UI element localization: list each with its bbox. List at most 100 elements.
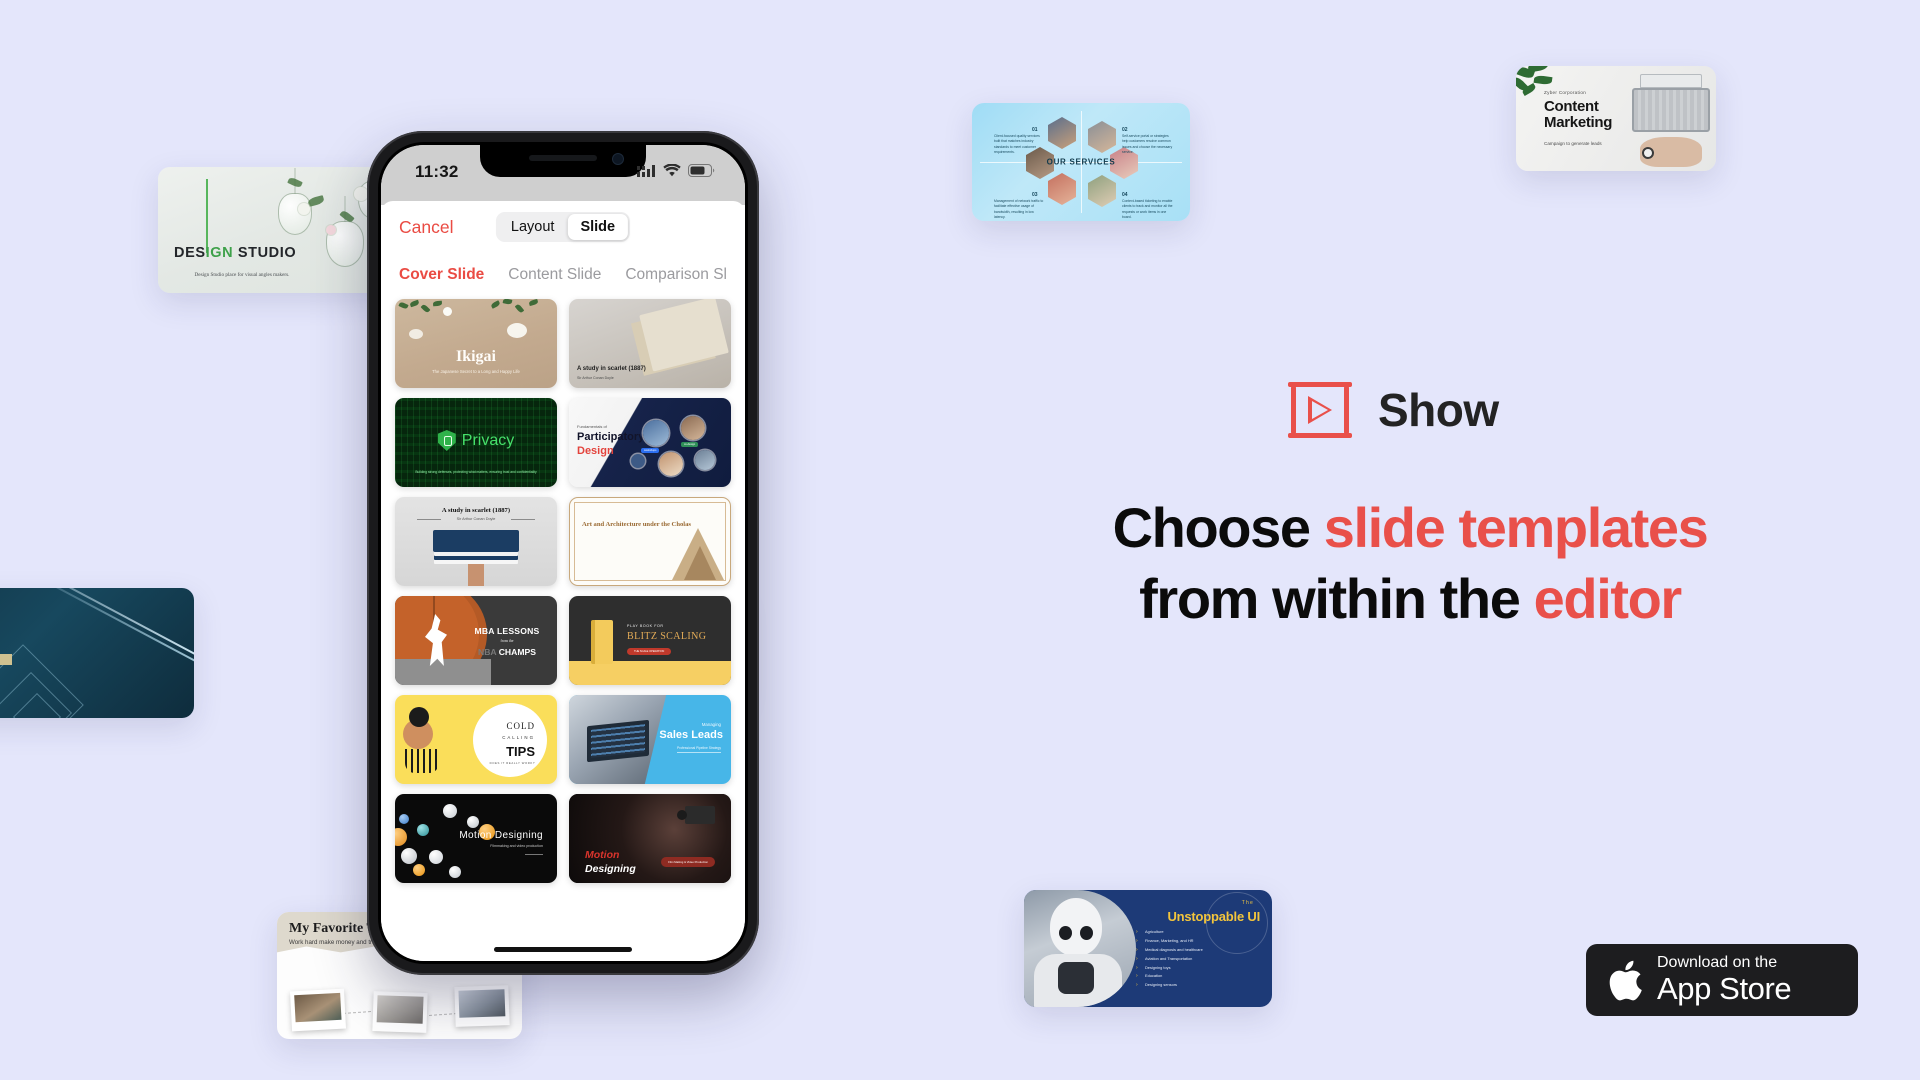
brand-name: Show [1378, 384, 1499, 436]
template-title: Motion Designing [459, 830, 543, 841]
template-title: BLITZ SCALING [627, 631, 707, 642]
flower-cluster [507, 323, 527, 338]
headline-line1-accent: slide templates [1323, 496, 1709, 559]
status-bar: 11:32 [381, 145, 745, 205]
template-card-cold-calling-tips[interactable]: COLD CALLING TIPS DOES IT REALLY WORK? [395, 695, 557, 784]
content-title: Content Marketing [1544, 98, 1613, 132]
telephone-handset-icon [409, 707, 429, 727]
sphere [399, 814, 409, 824]
template-grid[interactable]: Ikigai The Japanese Secret to a Long and… [381, 295, 745, 961]
template-card-sales-leads[interactable]: Managing Sales Leads Professional Pipeli… [569, 695, 731, 784]
template-card-mba-lessons[interactable]: MBA LESSONS from the NBA CHAMPS [395, 596, 557, 685]
status-time: 11:32 [415, 162, 459, 181]
laptop-screen [1640, 74, 1702, 88]
template-subtitle: DOES IT REALLY WORK? [489, 761, 535, 765]
sphere [413, 864, 425, 876]
flower-cluster [409, 329, 423, 339]
segment-slide[interactable]: Slide [567, 214, 629, 240]
template-subtitle: Filmmaking and video production [490, 844, 543, 848]
phone-bezel: 11:32 Cancel Layout Slide Cover Slide Co… [378, 142, 748, 964]
service-number: 04 [1122, 192, 1128, 198]
template-title: MBA LESSONS [474, 626, 540, 636]
template-card-privacy[interactable]: Privacy Building strong defenses, protec… [395, 398, 557, 487]
template-card-art-and-architecture[interactable]: Art and Architecture under the Cholas [569, 497, 731, 586]
floating-card-content-marketing: Zyber Corporation Content Marketing Campa… [1516, 66, 1716, 171]
tab-content-slide[interactable]: Content Slide [508, 266, 601, 284]
template-card-a-study-in-scarlet-books[interactable]: A study in scarlet (1887) Sir Arthur Con… [395, 497, 557, 586]
phone-screen[interactable]: 11:32 Cancel Layout Slide Cover Slide Co… [381, 145, 745, 961]
template-title-2: Design [577, 445, 614, 457]
apple-logo-icon [1606, 958, 1644, 1003]
template-picker-sheet: Cancel Layout Slide Cover Slide Content … [381, 201, 745, 961]
flower-icon [326, 225, 336, 235]
template-card-participatory-design[interactable]: Fundamentals of Participatory Design wor… [569, 398, 731, 487]
list-item: Agriculture [1136, 929, 1260, 935]
app-store-badge[interactable]: Download on the App Store [1586, 944, 1858, 1016]
tab-comparison-slide[interactable]: Comparison Sl [625, 266, 727, 284]
template-card-motion-designing[interactable]: Motion Designing Filmmaking and video pr… [395, 794, 557, 883]
signal-bars-icon [637, 165, 655, 177]
tag-chip: workshops [641, 448, 660, 453]
template-title: A study in scarlet (1887) [577, 366, 646, 372]
tab-cover-slide[interactable]: Cover Slide [399, 266, 484, 284]
laptop-photo [587, 719, 649, 763]
template-subtitle: The Japanese Secret to a Long and Happy … [432, 369, 520, 374]
phone-cord [405, 749, 439, 773]
template-title: Motion [585, 849, 620, 861]
content-subtitle: Campaign to generate leads [1544, 141, 1602, 146]
connector-line [428, 1013, 458, 1016]
wifi-icon [663, 164, 681, 177]
privacy-heading-row: Privacy [395, 430, 557, 451]
headline-line1-plain: Choose [1112, 496, 1324, 559]
avatar [681, 416, 705, 440]
content-brand: Zyber Corporation [1544, 90, 1587, 95]
service-text: Self-service portal or strategies help c… [1122, 134, 1173, 154]
flower-icon [298, 203, 310, 215]
robot-torso [1058, 962, 1094, 994]
flower-icon [443, 307, 452, 316]
divider [525, 854, 543, 855]
brand-lockup: Show [1288, 382, 1499, 438]
template-card-motion-designing-dark[interactable]: Motion Designing Film Making & Video Pro… [569, 794, 731, 883]
cancel-button[interactable]: Cancel [399, 217, 453, 238]
trips-title: My Favorite T [289, 921, 376, 936]
laptop-keyboard [1632, 88, 1710, 132]
template-card-blitz-scaling[interactable]: PLAY BOOK FOR BLITZ SCALING THE SCALE OP… [569, 596, 731, 685]
sphere [429, 850, 443, 864]
home-indicator[interactable] [494, 947, 632, 952]
book-stack [433, 530, 519, 552]
our-services-title: OUR SERVICES [1046, 157, 1116, 167]
list-item: Designing toys [1136, 965, 1260, 971]
template-title-3: TIPS [506, 744, 535, 759]
hex-photo [1088, 121, 1116, 153]
service-text: Context-based ticketing to enable client… [1122, 199, 1173, 219]
template-title: Ikigai [455, 348, 496, 365]
photo-thumbnail [372, 991, 428, 1033]
template-card-ikigai[interactable]: Ikigai The Japanese Secret to a Long and… [395, 299, 557, 388]
hex-photo [1048, 173, 1076, 205]
robot-eye [1080, 926, 1093, 940]
template-card-a-study-in-scarlet[interactable]: A study in scarlet (1887) Sir Arthur Con… [569, 299, 731, 388]
service-number: 02 [1122, 127, 1128, 133]
dream-home-tag: Why should you listen to us. [0, 654, 12, 665]
robot-photo [1024, 890, 1136, 1007]
template-pretitle: Fundamentals of [577, 424, 607, 429]
segment-layout[interactable]: Layout [498, 214, 568, 240]
template-title: Participatory [577, 431, 645, 443]
app-store-small-text: Download on the [1657, 954, 1778, 972]
list-item: Aviation and Transportation [1136, 956, 1260, 962]
template-subtitle: Professional Pipeline Strategy [677, 746, 721, 753]
photo-thumbnail [454, 985, 510, 1027]
sphere [395, 828, 407, 846]
wristwatch-icon [1642, 147, 1654, 159]
yellow-strip [569, 661, 731, 685]
segmented-control[interactable]: Layout Slide [495, 212, 631, 242]
sphere [401, 848, 417, 864]
service-text: Client-focused quality services built th… [994, 134, 1040, 154]
headline-line2-accent: editor [1533, 567, 1683, 631]
front-camera-icon [613, 154, 623, 164]
hand-photo [468, 553, 484, 586]
tag-chip: co-design [681, 442, 699, 447]
category-tabs[interactable]: Cover Slide Content Slide Comparison Sl [381, 255, 745, 295]
avatar [695, 450, 715, 470]
